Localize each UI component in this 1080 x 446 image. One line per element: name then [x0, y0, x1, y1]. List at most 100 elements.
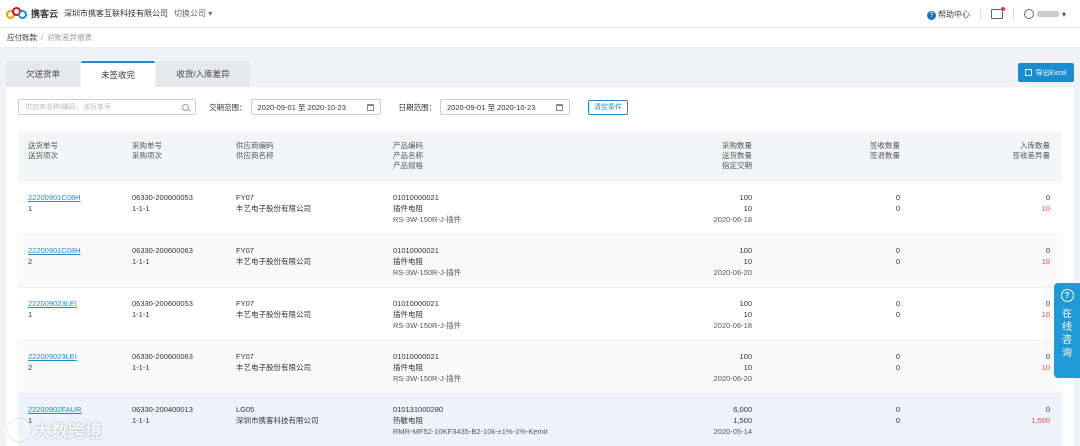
return-qty: 0 [895, 416, 900, 425]
export-excel-button[interactable]: 导出Excel [1018, 63, 1074, 82]
company-name: 深圳市携客互联科技有限公司 [64, 9, 169, 18]
export-icon [1025, 69, 1033, 76]
unread-dot [1000, 7, 1005, 11]
tab-bar: 欠送货单 未签收完 收货/入库差异 [6, 61, 1074, 87]
supplier-name: 丰艺电子股份有限公司 [236, 257, 311, 266]
search-icon[interactable] [182, 103, 189, 111]
breadcrumb-separator: / [41, 33, 44, 42]
po-item: 1-1-1 [132, 257, 150, 266]
header-label: 签收数量 [870, 141, 900, 150]
product-name: 插件电阻 [393, 310, 423, 319]
product-spec: RS-3W-150R-J-插件 [393, 268, 462, 277]
delivery-no-link[interactable]: 222009023LEI [28, 351, 77, 362]
header-label: 采购项次 [132, 151, 162, 160]
return-qty: 0 [895, 310, 900, 319]
header-stock: 入库数量 签收差异量 [1013, 141, 1051, 161]
po-item: 1-1-1 [132, 416, 150, 425]
search-input[interactable]: 供应商名称/编码、送货单号 [18, 99, 196, 115]
header-label: 产品编码 [393, 141, 423, 150]
delivery-no-link[interactable]: 22200902FAUR [28, 404, 81, 415]
due-date: 2020-05-14 [713, 427, 752, 436]
date-range-picker[interactable]: 2020-09-01 至 2020-10-23 [440, 99, 570, 115]
header-label: 采购单号 [132, 141, 162, 150]
sign-qty: 0 [895, 299, 900, 308]
delivery-item: 1 [28, 204, 33, 213]
stock-qty: 0 [1045, 352, 1050, 361]
stock-qty: 0 [1045, 193, 1050, 202]
table-row[interactable]: 222009023LEI 2 06330-200600063 1-1-1 FY0… [18, 341, 1062, 394]
logo-icon [6, 6, 28, 21]
due-date: 2020-06-20 [713, 374, 752, 383]
stock-qty: 0 [1045, 246, 1050, 255]
header-label: 送货项次 [28, 151, 58, 160]
date-range-label: 日期范围： [398, 102, 437, 112]
delivery-item: 2 [28, 257, 33, 266]
help-icon: ? [926, 10, 936, 20]
delivery-range-picker[interactable]: 2020-09-01 至 2020-10-23 [250, 99, 381, 115]
tab-receipt-diff[interactable]: 收货/入库差异 [156, 61, 250, 87]
po-item: 1-1-1 [132, 363, 150, 372]
supplier-code: FY07 [236, 193, 254, 202]
question-icon: ? [1060, 289, 1074, 302]
supplier-name: 丰艺电子股份有限公司 [236, 363, 311, 372]
purchase-qty: 100 [739, 193, 752, 202]
header-po: 采购单号 采购项次 [132, 141, 162, 161]
watermark: 大数跨境 [8, 417, 102, 442]
delivery-range-value: 2020-09-01 至 2020-10-23 [257, 102, 346, 112]
online-consult-button[interactable]: ? 在线咨询 [1054, 283, 1080, 378]
header-label: 入库数量 [1020, 141, 1050, 150]
table-row[interactable]: 22200902FAUR 1 06330-200400013 1-1-1 LG0… [18, 394, 1062, 446]
header-label: 签收差异量 [1012, 151, 1051, 160]
diff-qty: 1,500 [1031, 416, 1050, 425]
delivery-no-link[interactable]: 22200901C08H [28, 192, 81, 203]
product-code: 01010000021 [393, 352, 439, 361]
breadcrumb-parent[interactable]: 应付账款 [7, 32, 37, 43]
product-spec: RS-3W-150R-J-插件 [393, 321, 462, 330]
delivery-qty: 10 [743, 204, 752, 213]
table-row[interactable]: 22200901C08H 2 06330-200600063 1-1-1 FY0… [18, 235, 1062, 288]
return-qty: 0 [895, 204, 900, 213]
product-name: 插件电阻 [393, 204, 423, 213]
po-item: 1-1-1 [132, 310, 150, 319]
due-date: 2020-06-20 [713, 268, 752, 277]
header-label: 产品名称 [393, 151, 423, 160]
tab-unsigned[interactable]: 未签收完 [81, 61, 155, 87]
tab-undelivered[interactable]: 欠送货单 [6, 61, 80, 87]
return-qty: 0 [895, 257, 900, 266]
supplier-code: FY07 [236, 352, 254, 361]
breadcrumb: 应付账款 / 对账差异报表 [0, 28, 1080, 48]
search-placeholder: 供应商名称/编码、送货单号 [25, 104, 111, 111]
watermark-text: 大数跨境 [34, 422, 102, 441]
user-menu[interactable]: ▾ [1023, 9, 1066, 19]
supplier-name: 丰艺电子股份有限公司 [236, 204, 311, 213]
help-center-link[interactable]: ? 帮助中心 [926, 9, 970, 20]
data-table: 送货单号 送货项次 采购单号 采购项次 供应商编码 供应商名称 产品编码 产品名… [18, 132, 1062, 446]
switch-company-button[interactable]: 切换公司 ▾ [174, 8, 212, 19]
diff-qty: 10 [1041, 204, 1050, 213]
table-header: 送货单号 送货项次 采购单号 采购项次 供应商编码 供应商名称 产品编码 产品名… [18, 132, 1062, 182]
header-label: 指定交期 [722, 161, 752, 170]
message-icon[interactable] [990, 7, 1005, 19]
purchase-qty: 100 [739, 352, 752, 361]
supplier-code: FY07 [236, 299, 254, 308]
table-row[interactable]: 222009023LEI 1 06330-200600053 1-1-1 FY0… [18, 288, 1062, 341]
header-label: 送货单号 [28, 141, 58, 150]
delivery-qty: 10 [743, 363, 752, 372]
product-code: 010131000280 [393, 405, 444, 414]
supplier-name: 深圳市携客科技有限公司 [236, 416, 319, 425]
po-no: 06330-200600063 [132, 352, 193, 361]
table-body: 22200901C08H 1 06330-200600053 1-1-1 FY0… [18, 182, 1062, 446]
product-name: 插件电阻 [393, 257, 423, 266]
delivery-no-link[interactable]: 22200901C08H [28, 245, 81, 256]
delivery-no-link[interactable]: 222009023LEI [28, 298, 77, 309]
calendar-icon [366, 103, 374, 111]
clear-filters-button[interactable]: 清空条件 [588, 99, 628, 115]
table-row[interactable]: 22200901C08H 1 06330-200600053 1-1-1 FY0… [18, 182, 1062, 235]
delivery-qty: 1,500 [733, 416, 752, 425]
header-label: 供应商名称 [236, 151, 274, 160]
calendar-icon [556, 103, 563, 111]
header-label: 签退数量 [870, 151, 900, 160]
logo[interactable]: 携客云 [6, 6, 58, 21]
supplier-code: LG05 [236, 405, 255, 414]
stock-qty: 0 [1045, 405, 1050, 414]
